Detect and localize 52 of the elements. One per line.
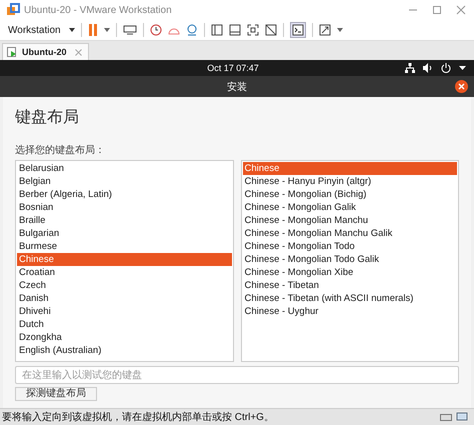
console-icon[interactable] bbox=[290, 22, 306, 38]
thumbnail-bar-icon[interactable] bbox=[228, 24, 241, 36]
variant-item[interactable]: Chinese - Mongolian Manchu Galik bbox=[242, 227, 457, 240]
layout-item[interactable]: English (Australian) bbox=[17, 344, 232, 357]
installer-title: 安装 bbox=[227, 80, 247, 94]
test-input-field[interactable]: 在这里输入以测试您的键盘 bbox=[15, 366, 459, 384]
layout-item[interactable]: Belgian bbox=[17, 175, 232, 188]
layout-item[interactable]: Dzongkha bbox=[17, 331, 232, 344]
layout-item[interactable]: Bosnian bbox=[17, 201, 232, 214]
detect-layout-button[interactable]: 探测键盘布局 bbox=[15, 387, 97, 401]
vm-icon bbox=[7, 46, 18, 58]
variant-item[interactable]: Chinese bbox=[242, 162, 457, 175]
stretch-icon[interactable] bbox=[318, 24, 331, 36]
variant-item[interactable]: Chinese - Tibetan (with ASCII numerals) bbox=[242, 292, 457, 305]
layout-item[interactable]: Bulgarian bbox=[17, 227, 232, 240]
clock[interactable]: Oct 17 07:47 bbox=[207, 63, 259, 73]
variant-item[interactable]: Chinese - Mongolian Xibe bbox=[242, 266, 457, 279]
prompt-label: 选择您的键盘布局： bbox=[15, 144, 106, 157]
app-logo-icon bbox=[6, 3, 20, 17]
maximize-icon[interactable] bbox=[432, 5, 442, 15]
layout-item[interactable]: Czech bbox=[17, 279, 232, 292]
layout-item[interactable]: Braille bbox=[17, 214, 232, 227]
power-icon[interactable] bbox=[441, 63, 452, 73]
variant-item[interactable]: Chinese - Mongolian Todo Galik bbox=[242, 253, 457, 266]
variant-item[interactable]: Chinese - Tibetan bbox=[242, 279, 457, 292]
variant-item[interactable]: Chinese - Mongolian Manchu bbox=[242, 214, 457, 227]
variant-item[interactable]: Chinese - Mongolian Todo bbox=[242, 240, 457, 253]
window-title: Ubuntu-20 - VMware Workstation bbox=[24, 4, 172, 16]
pause-icon[interactable] bbox=[88, 24, 98, 36]
variant-item[interactable]: Chinese - Hanyu Pinyin (altgr) bbox=[242, 175, 457, 188]
sidebar-icon[interactable] bbox=[210, 24, 223, 36]
layout-item[interactable]: Danish bbox=[17, 292, 232, 305]
layout-item[interactable]: Chinese bbox=[17, 253, 232, 266]
variant-item[interactable]: Chinese - Mongolian Galik bbox=[242, 201, 457, 214]
layout-item[interactable]: Dhivehi bbox=[17, 305, 232, 318]
page-heading: 键盘布局 bbox=[15, 107, 80, 128]
layout-item[interactable]: Burmese bbox=[17, 240, 232, 253]
layout-item[interactable]: Belarusian bbox=[17, 162, 232, 175]
variant-item[interactable]: Chinese - Mongolian (Bichig) bbox=[242, 188, 457, 201]
full-screen-icon[interactable] bbox=[246, 24, 259, 36]
layout-item[interactable]: Berber (Algeria, Latin) bbox=[17, 188, 232, 201]
layout-item[interactable]: Dutch bbox=[17, 318, 232, 331]
caret-icon[interactable] bbox=[459, 66, 466, 70]
network-icon[interactable] bbox=[405, 63, 416, 73]
layout-item[interactable]: Croatian bbox=[17, 266, 232, 279]
caret-icon[interactable] bbox=[68, 28, 75, 32]
variant-item[interactable]: Chinese - Uyghur bbox=[242, 305, 457, 318]
workstation-menu[interactable]: Workstation bbox=[6, 24, 63, 36]
volume-icon[interactable] bbox=[423, 63, 434, 73]
close-icon[interactable] bbox=[455, 80, 468, 93]
status-text: 要将输入定向到该虚拟机，请在虚拟机内部单击或按 Ctrl+G。 bbox=[2, 410, 274, 424]
vm-tab[interactable]: Ubuntu-20 bbox=[2, 43, 88, 60]
